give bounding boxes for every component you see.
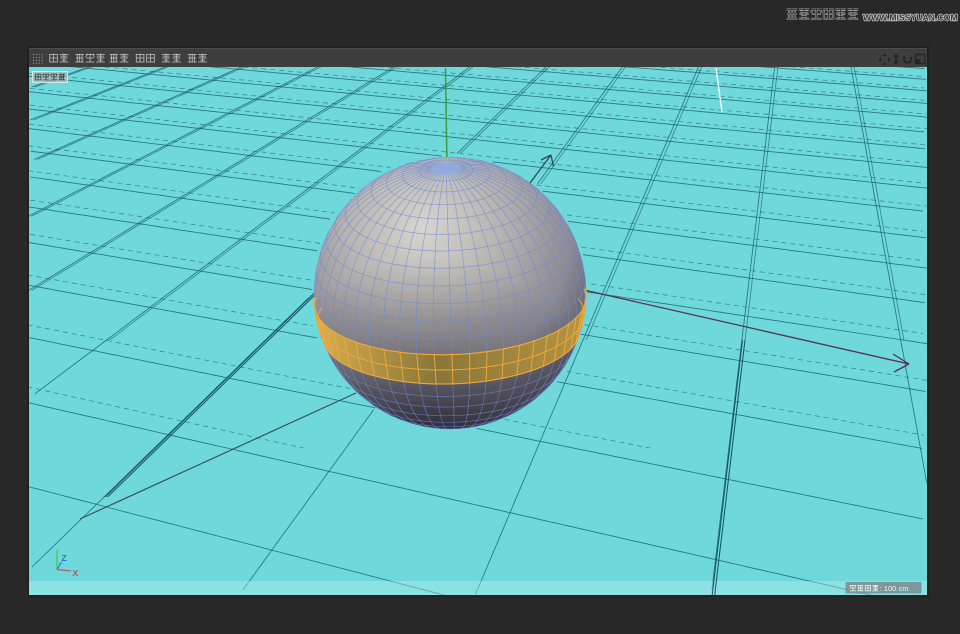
svg-text:WWW.MISSYUAN.COM: WWW.MISSYUAN.COM bbox=[863, 13, 958, 23]
svg-text:: 100 cm: : 100 cm bbox=[880, 584, 909, 593]
svg-text:X: X bbox=[73, 568, 79, 578]
svg-text:Z: Z bbox=[62, 553, 67, 563]
